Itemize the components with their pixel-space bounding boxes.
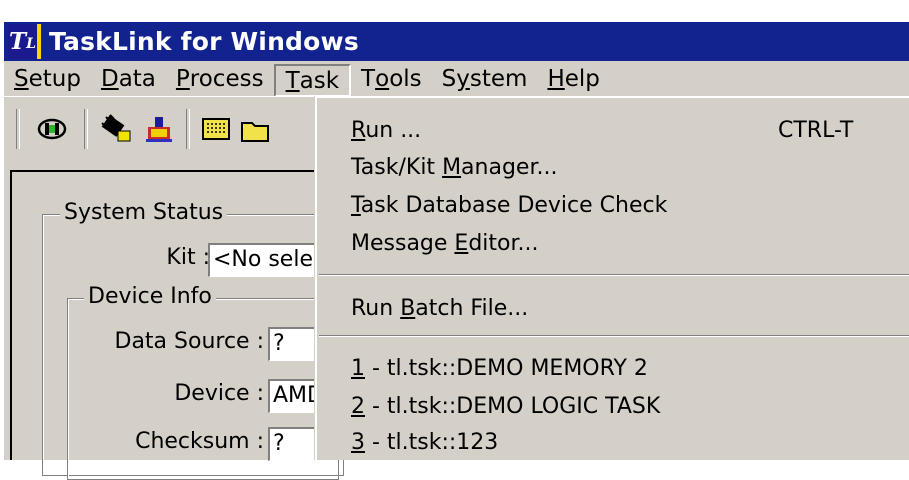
toolbar-separator (16, 109, 20, 149)
programmer-icon[interactable] (100, 113, 132, 145)
toolbar-separator (186, 109, 190, 149)
data-source-label: Data Source : (114, 329, 265, 354)
menu-item-run[interactable]: Run ... (351, 118, 421, 143)
menu-item-task-kit-manager[interactable]: Task/Kit Manager... (351, 155, 557, 180)
device-icon[interactable] (142, 113, 174, 145)
menu-separator (319, 335, 909, 337)
toolbar-separator (84, 109, 88, 149)
menu-item-message-editor[interactable]: Message Editor... (351, 231, 539, 256)
menu-process[interactable]: Process (166, 61, 274, 96)
menu-data[interactable]: Data (91, 61, 166, 96)
menu-setup[interactable]: Setup (4, 61, 91, 96)
kit-label: Kit : (166, 245, 210, 270)
device-info-label: Device Info (84, 284, 216, 309)
menu-item-database-device-check[interactable]: Task Database Device Check (351, 193, 667, 218)
menu-separator (319, 274, 909, 276)
device-label: Device : (174, 381, 264, 406)
menu-item-run-batch-file[interactable]: Run Batch File... (351, 296, 528, 321)
menu-system[interactable]: Sy stem (432, 61, 538, 96)
menu-bar: Setup Data Process Task To ols Sy stem Hel… (4, 61, 909, 97)
kit-field[interactable]: <No selec (208, 243, 318, 277)
window-title: TaskLink for Windows (49, 27, 359, 56)
system-status-label: System Status (60, 200, 228, 225)
menu-item-recent-1[interactable]: 1 - tl.tsk::DEMO MEMORY 2 (351, 356, 648, 381)
menu-task[interactable]: Task (273, 64, 352, 97)
menu-tools[interactable]: To ols (351, 61, 432, 96)
app-logo-icon[interactable]: TL (8, 24, 41, 59)
app-logo-sub: L (26, 35, 36, 52)
run-shortcut: CTRL-T (778, 118, 854, 143)
menu-item-recent-3[interactable]: 3 - tl.tsk::123 (351, 430, 498, 455)
app-logo-letter: T (9, 28, 27, 55)
menu-help[interactable]: Help (537, 61, 609, 96)
checksum-label: Checksum : (135, 429, 264, 454)
open-folder-icon[interactable] (240, 113, 272, 145)
title-bar: TL TaskLink for Windows (4, 22, 909, 61)
task-dropdown-menu: Run ... CTRL-T Task/Kit Manager... Task … (315, 96, 909, 460)
menu-item-recent-2[interactable]: 2 - tl.tsk::DEMO LOGIC TASK (351, 394, 660, 419)
chip-icon[interactable] (200, 113, 232, 145)
connect-icon[interactable] (36, 113, 68, 145)
